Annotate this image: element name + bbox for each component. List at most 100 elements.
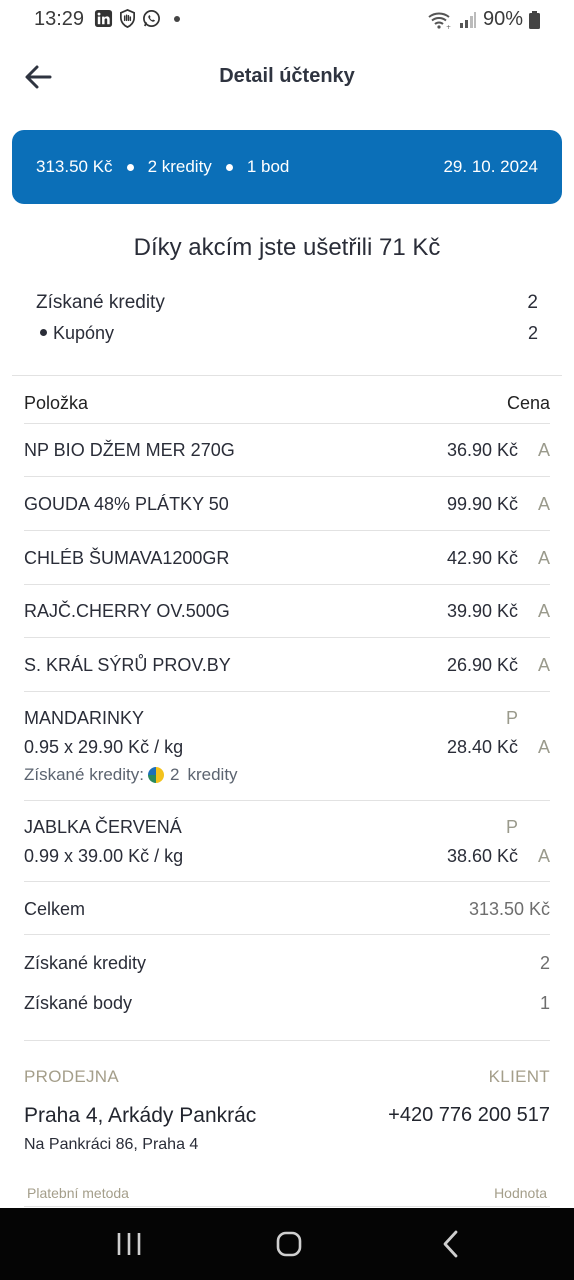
store-address: Na Pankráci 86, Praha 4 <box>24 1136 199 1153</box>
total-value: 313.50 Kč <box>468 899 550 919</box>
total-points-value: 1 <box>539 993 550 1013</box>
item-flag: P <box>505 817 518 837</box>
wifi-icon: + <box>428 12 451 30</box>
receipt-summary-banner: 313.50 Kč 2 kredity 1 bod 29. 10. 2024 <box>12 130 562 204</box>
divider <box>24 1206 550 1207</box>
whatsapp-icon <box>143 10 160 27</box>
store-name: Praha 4, Arkády Pankrác <box>24 1104 257 1127</box>
item-name: CHLÉB ŠUMAVA1200GR <box>24 548 230 568</box>
item-quantity-detail: 0.95 x 29.90 Kč / kg <box>24 737 184 757</box>
total-row: Celkem 313.50 Kč <box>24 899 550 923</box>
item-credits-unit: kredity <box>187 765 238 784</box>
item-name: JABLKA ČERVENÁ <box>24 817 182 837</box>
table-row: NP BIO DŽEM MER 270G 36.90 Kč A <box>24 440 550 464</box>
battery-icon <box>529 10 540 29</box>
status-bar: 13:29 + 90% <box>0 0 574 40</box>
home-button[interactable] <box>269 1228 309 1260</box>
total-credits-row: Získané kredity 2 <box>24 953 550 977</box>
item-quantity-detail: 0.99 x 39.00 Kč / kg <box>24 846 184 866</box>
back-icon <box>443 1230 458 1258</box>
bullet-icon <box>40 329 47 337</box>
divider <box>24 800 550 801</box>
item-name: RAJČ.CHERRY OV.500G <box>24 601 230 621</box>
signal-icon <box>459 11 476 28</box>
notification-icons <box>94 9 180 28</box>
shield-hand-icon <box>119 9 136 28</box>
table-row: RAJČ.CHERRY OV.500G 39.90 Kč A <box>24 601 550 625</box>
credit-coin-icon <box>148 767 164 783</box>
system-nav-bar <box>0 1208 574 1280</box>
items-table-header: Položka Cena <box>24 393 550 417</box>
linkedin-icon <box>94 9 113 28</box>
item-name: S. KRÁL SÝRŮ PROV.BY <box>24 655 231 675</box>
item-vat-code: A <box>537 846 550 866</box>
item-name: MANDARINKY <box>24 708 145 728</box>
status-time: 13:29 <box>34 8 85 30</box>
payment-method-label: Platební metoda <box>27 1185 129 1201</box>
divider <box>24 934 550 935</box>
summary-total: 313.50 Kč <box>36 157 113 176</box>
item-earned-credits: Získané kredity: 2 kredity <box>24 765 238 785</box>
item-credits-value: 2 <box>170 765 180 784</box>
coupons-row: Kupóny 2 <box>38 323 538 344</box>
store-section-label: PRODEJNA <box>24 1067 119 1086</box>
divider <box>24 881 550 882</box>
item-credits-label: Získané kredity: <box>24 765 144 784</box>
item-vat-code: A <box>537 440 550 460</box>
item-price: 99.90 Kč <box>446 494 518 514</box>
summary-values: 313.50 Kč 2 kredity 1 bod <box>36 157 289 177</box>
nav-back-button[interactable] <box>430 1228 470 1260</box>
earned-credits-row: Získané kredity 2 <box>36 292 538 314</box>
item-price: 38.60 Kč <box>446 846 518 866</box>
item-price: 36.90 Kč <box>446 440 518 460</box>
column-item-header: Položka <box>24 393 89 413</box>
payment-value-label: Hodnota <box>494 1185 547 1201</box>
total-points-label: Získané body <box>24 993 133 1013</box>
svg-text:+: + <box>446 24 451 30</box>
separator-dot <box>225 163 233 171</box>
client-phone: +420 776 200 517 <box>388 1104 550 1126</box>
recent-apps-icon <box>117 1233 141 1255</box>
item-price: 39.90 Kč <box>446 601 518 621</box>
item-vat-code: A <box>537 494 550 514</box>
divider <box>24 637 550 638</box>
earned-credits-value: 2 <box>527 292 538 313</box>
item-vat-code: A <box>537 548 550 568</box>
total-label: Celkem <box>24 899 86 919</box>
item-price: 28.40 Kč <box>446 737 518 757</box>
divider <box>24 530 550 531</box>
coupons-value: 2 <box>527 323 538 343</box>
table-row-weighted: MANDARINKY P 0.95 x 29.90 Kč / kg 28.40 … <box>24 708 550 792</box>
item-price: 26.90 Kč <box>446 655 518 675</box>
divider <box>24 476 550 477</box>
client-section-label: KLIENT <box>488 1067 550 1086</box>
table-row: GOUDA 48% PLÁTKY 50 99.90 Kč A <box>24 494 550 518</box>
item-name: NP BIO DŽEM MER 270G <box>24 440 235 460</box>
divider <box>24 1040 550 1041</box>
item-flag: P <box>505 708 518 728</box>
total-points-row: Získané body 1 <box>24 993 550 1017</box>
table-row-weighted: JABLKA ČERVENÁ P 0.99 x 39.00 Kč / kg 38… <box>24 817 550 873</box>
battery-percent: 90% <box>482 8 523 30</box>
item-vat-code: A <box>537 601 550 621</box>
coupons-label: Kupóny <box>53 323 115 343</box>
page-title: Detail účtenky <box>219 65 355 87</box>
item-price: 42.90 Kč <box>446 548 518 568</box>
total-credits-value: 2 <box>539 953 550 973</box>
divider <box>24 584 550 585</box>
table-row: CHLÉB ŠUMAVA1200GR 42.90 Kč A <box>24 548 550 572</box>
item-name: GOUDA 48% PLÁTKY 50 <box>24 494 229 514</box>
recent-apps-button[interactable] <box>109 1228 149 1260</box>
table-row: S. KRÁL SÝRŮ PROV.BY 26.90 Kč A <box>24 655 550 679</box>
item-vat-code: A <box>537 655 550 675</box>
divider <box>12 375 562 376</box>
summary-points: 1 bod <box>246 157 290 176</box>
separator-dot <box>126 163 134 171</box>
summary-credits: 2 kredity <box>147 157 212 176</box>
system-status: + 90% <box>427 8 540 31</box>
divider <box>24 423 550 424</box>
total-credits-label: Získané kredity <box>24 953 147 973</box>
summary-date: 29. 10. 2024 <box>443 157 538 176</box>
divider <box>24 691 550 692</box>
app-header: Detail účtenky <box>0 50 574 104</box>
